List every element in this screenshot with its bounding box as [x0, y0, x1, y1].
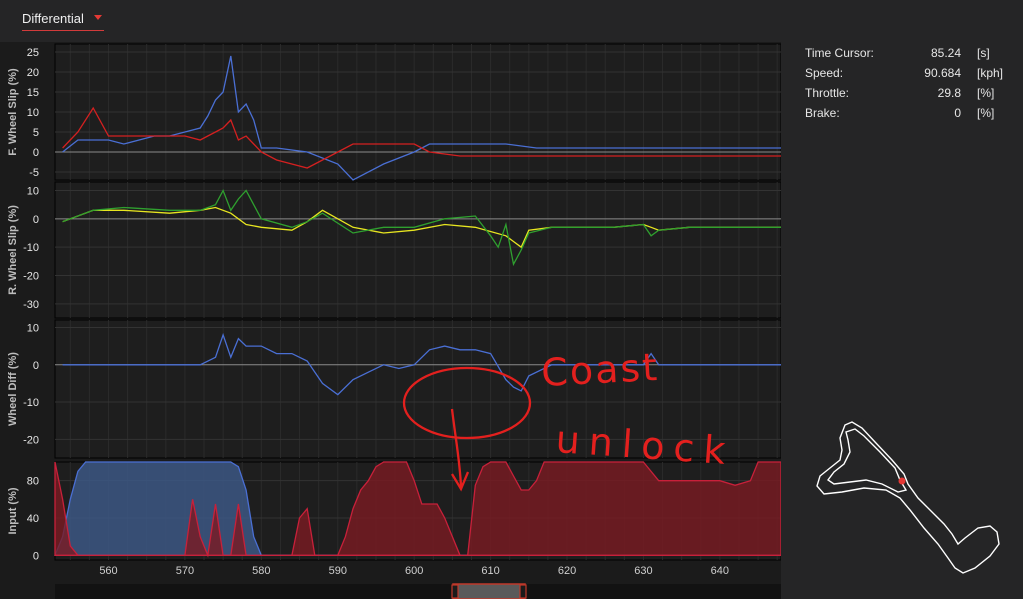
annotation-text: Coast: [540, 345, 660, 395]
y-tick-label: -10: [23, 397, 39, 409]
y-axis-label: Input (%): [7, 487, 19, 534]
cursor-readout-panel: Time Cursor: 85.24 [s] Speed: 90.684 [kp…: [805, 46, 1005, 126]
x-tick-label: 560: [99, 565, 117, 577]
chevron-down-icon: [93, 15, 102, 20]
x-tick-label: 590: [329, 565, 347, 577]
y-tick-label: -20: [23, 434, 39, 446]
readout-row-brake: Brake: 0 [%]: [805, 106, 1005, 126]
y-tick-label: 0: [33, 360, 39, 372]
y-tick-label: 10: [27, 186, 39, 198]
y-axis-label: F. Wheel Slip (%): [7, 68, 19, 156]
readout-unit: [kph]: [977, 66, 1004, 80]
view-selector-label: Differential: [22, 11, 84, 26]
y-tick-label: 20: [27, 67, 39, 79]
y-tick-label: 80: [27, 476, 39, 488]
y-tick-label: 15: [27, 87, 39, 99]
readout-label: Throttle:: [805, 86, 850, 100]
readout-row-speed: Speed: 90.684 [kph]: [805, 66, 1005, 86]
y-tick-label: 5: [33, 127, 39, 139]
y-tick-label: -5: [29, 167, 39, 179]
telemetry-charts[interactable]: 25 20 15 10 5 0 -5 F. Wheel Slip (%) 10 0 -10 -20 -3…: [0, 42, 781, 599]
x-tick-label: 570: [176, 565, 194, 577]
x-tick-label: 620: [558, 565, 576, 577]
scroll-handle-left: [451, 584, 459, 599]
y-tick-label: -30: [23, 299, 39, 311]
top-bar: Differential: [0, 0, 1023, 42]
view-selector-dropdown[interactable]: Differential: [22, 10, 104, 31]
telemetry-chart-area[interactable]: 25 20 15 10 5 0 -5 F. Wheel Slip (%) 10 0 -10 -20 -3…: [0, 42, 781, 599]
track-position-marker: [898, 477, 906, 485]
y-tick-label: -10: [23, 242, 39, 254]
readout-label: Speed:: [805, 66, 844, 80]
track-outline: [816, 421, 1000, 574]
readout-value: 0: [954, 106, 961, 120]
readout-value: 85.24: [930, 46, 961, 60]
plot-background: [54, 181, 781, 319]
readout-unit: [%]: [977, 106, 995, 120]
y-tick-label: 0: [33, 147, 39, 159]
x-tick-label: 600: [405, 565, 423, 577]
readout-value: 29.8: [937, 86, 961, 100]
y-tick-label: 25: [27, 47, 39, 59]
y-tick-label: -20: [23, 271, 39, 283]
readout-row-throttle: Throttle: 29.8 [%]: [805, 86, 1005, 106]
y-tick-label: 10: [27, 107, 39, 119]
y-axis-label: Wheel Diff (%): [7, 352, 19, 426]
x-tick-label: 630: [634, 565, 652, 577]
readout-row-time: Time Cursor: 85.24 [s]: [805, 46, 1005, 66]
timeline-scrollbar-thumb[interactable]: [452, 583, 526, 599]
y-axis-label: R. Wheel Slip (%): [7, 205, 19, 295]
x-tick-label: 610: [481, 565, 499, 577]
track-map: [816, 421, 1000, 574]
readout-unit: [s]: [977, 46, 990, 60]
y-tick-label: 40: [27, 513, 39, 525]
readout-label: Time Cursor:: [805, 46, 874, 60]
scroll-handle-right: [519, 584, 527, 599]
y-tick-label: 10: [27, 322, 39, 334]
x-tick-label: 640: [711, 565, 729, 577]
readout-value: 90.684: [924, 66, 961, 80]
readout-label: Brake:: [805, 106, 840, 120]
timeline-scrollbar-track: [55, 584, 781, 599]
y-tick-label: 0: [33, 550, 39, 562]
x-tick-label: 580: [252, 565, 270, 577]
y-tick-label: 0: [33, 214, 39, 226]
readout-unit: [%]: [977, 86, 995, 100]
